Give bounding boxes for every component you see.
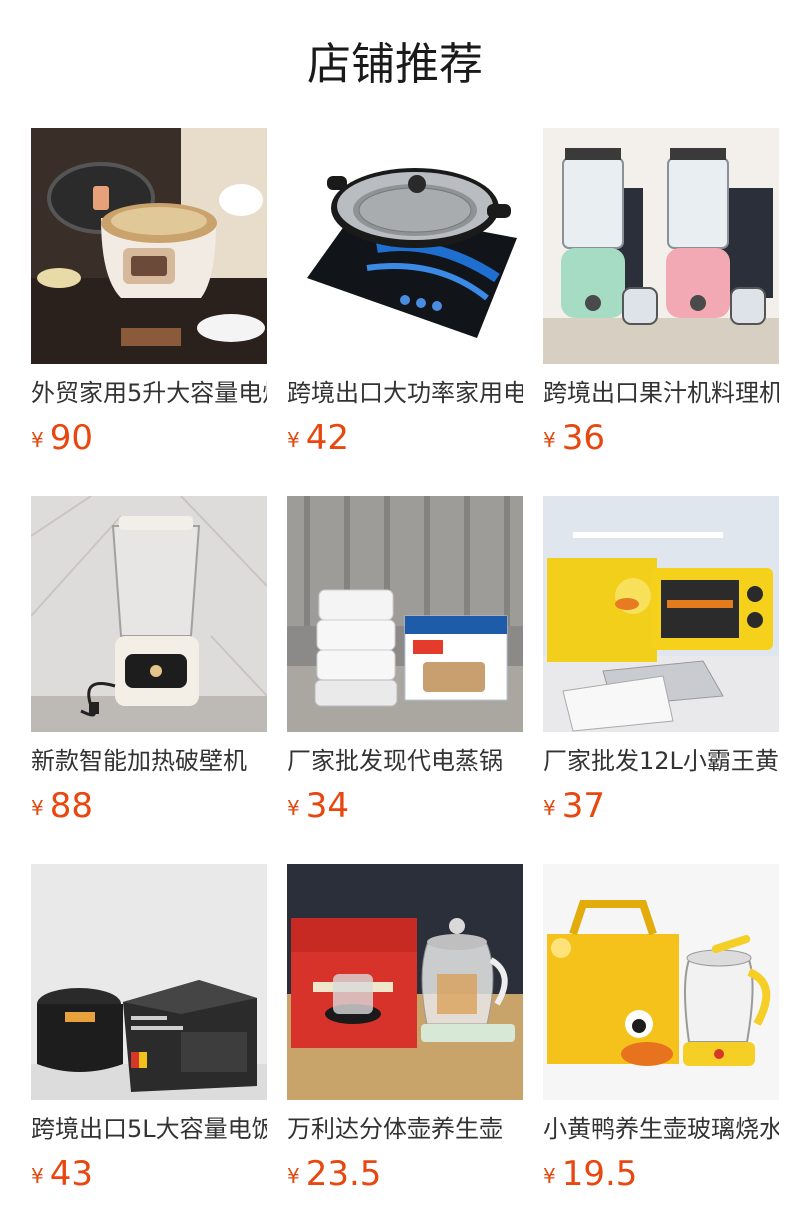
price-value: 36 bbox=[561, 418, 605, 458]
price-value: 88 bbox=[49, 786, 93, 826]
product-card[interactable]: 新款智能加热破壁机 ¥88 bbox=[31, 496, 267, 826]
currency-symbol: ¥ bbox=[543, 428, 556, 452]
product-grid: 外贸家用5升大容量电炖锅 ¥90 跨境出 bbox=[31, 128, 779, 1194]
product-card[interactable]: 厂家批发12L小霸王黄鸭电烤箱 ¥37 bbox=[543, 496, 779, 826]
product-name[interactable]: 厂家批发现代电蒸锅 bbox=[287, 744, 523, 778]
price-value: 90 bbox=[49, 418, 93, 458]
product-card[interactable]: 跨境出口5L大容量电饭煲 ¥43 bbox=[31, 864, 267, 1194]
product-name[interactable]: 跨境出口大功率家用电磁炉 bbox=[287, 376, 523, 410]
price-value: 37 bbox=[561, 786, 605, 826]
product-name[interactable]: 厂家批发12L小霸王黄鸭电烤箱 bbox=[543, 744, 779, 778]
currency-symbol: ¥ bbox=[31, 1164, 44, 1188]
product-card[interactable]: 跨境出口大功率家用电磁炉 ¥42 bbox=[287, 128, 523, 458]
product-card[interactable]: 厂家批发现代电蒸锅 ¥34 bbox=[287, 496, 523, 826]
price-value: 19.5 bbox=[561, 1154, 638, 1194]
currency-symbol: ¥ bbox=[31, 428, 44, 452]
product-price: ¥37 bbox=[543, 784, 605, 828]
product-name[interactable]: 新款智能加热破壁机 bbox=[31, 744, 267, 778]
price-value: 23.5 bbox=[305, 1154, 382, 1194]
product-card[interactable]: 跨境出口果汁机料理机 ¥36 bbox=[543, 128, 779, 458]
price-value: 34 bbox=[305, 786, 349, 826]
product-card[interactable]: 小黄鸭养生壶玻璃烧水壶 ¥19.5 bbox=[543, 864, 779, 1194]
currency-symbol: ¥ bbox=[31, 796, 44, 820]
currency-symbol: ¥ bbox=[543, 1164, 556, 1188]
product-price: ¥43 bbox=[31, 1152, 93, 1196]
product-name[interactable]: 跨境出口5L大容量电饭煲 bbox=[31, 1112, 267, 1146]
product-price: ¥88 bbox=[31, 784, 93, 828]
currency-symbol: ¥ bbox=[287, 428, 300, 452]
product-image[interactable] bbox=[543, 864, 779, 1100]
product-image[interactable] bbox=[543, 496, 779, 732]
price-value: 43 bbox=[49, 1154, 93, 1194]
currency-symbol: ¥ bbox=[287, 1164, 300, 1188]
product-image[interactable] bbox=[31, 864, 267, 1100]
product-image[interactable] bbox=[31, 496, 267, 732]
page-title: 店铺推荐 bbox=[307, 39, 483, 90]
product-price: ¥90 bbox=[31, 416, 93, 460]
currency-symbol: ¥ bbox=[543, 796, 556, 820]
product-image[interactable] bbox=[543, 128, 779, 364]
product-price: ¥42 bbox=[287, 416, 349, 460]
product-name[interactable]: 万利达分体壶养生壶 bbox=[287, 1112, 523, 1146]
product-name[interactable]: 外贸家用5升大容量电炖锅 bbox=[31, 376, 267, 410]
product-price: ¥19.5 bbox=[543, 1152, 637, 1196]
product-image[interactable] bbox=[287, 128, 523, 364]
product-card[interactable]: 万利达分体壶养生壶 ¥23.5 bbox=[287, 864, 523, 1194]
product-name[interactable]: 跨境出口果汁机料理机 bbox=[543, 376, 779, 410]
product-image[interactable] bbox=[31, 128, 267, 364]
product-card[interactable]: 外贸家用5升大容量电炖锅 ¥90 bbox=[31, 128, 267, 458]
product-price: ¥36 bbox=[543, 416, 605, 460]
product-price: ¥23.5 bbox=[287, 1152, 381, 1196]
product-image[interactable] bbox=[287, 864, 523, 1100]
currency-symbol: ¥ bbox=[287, 796, 300, 820]
price-value: 42 bbox=[305, 418, 349, 458]
product-image[interactable] bbox=[287, 496, 523, 732]
product-price: ¥34 bbox=[287, 784, 349, 828]
product-name[interactable]: 小黄鸭养生壶玻璃烧水壶 bbox=[543, 1112, 779, 1146]
